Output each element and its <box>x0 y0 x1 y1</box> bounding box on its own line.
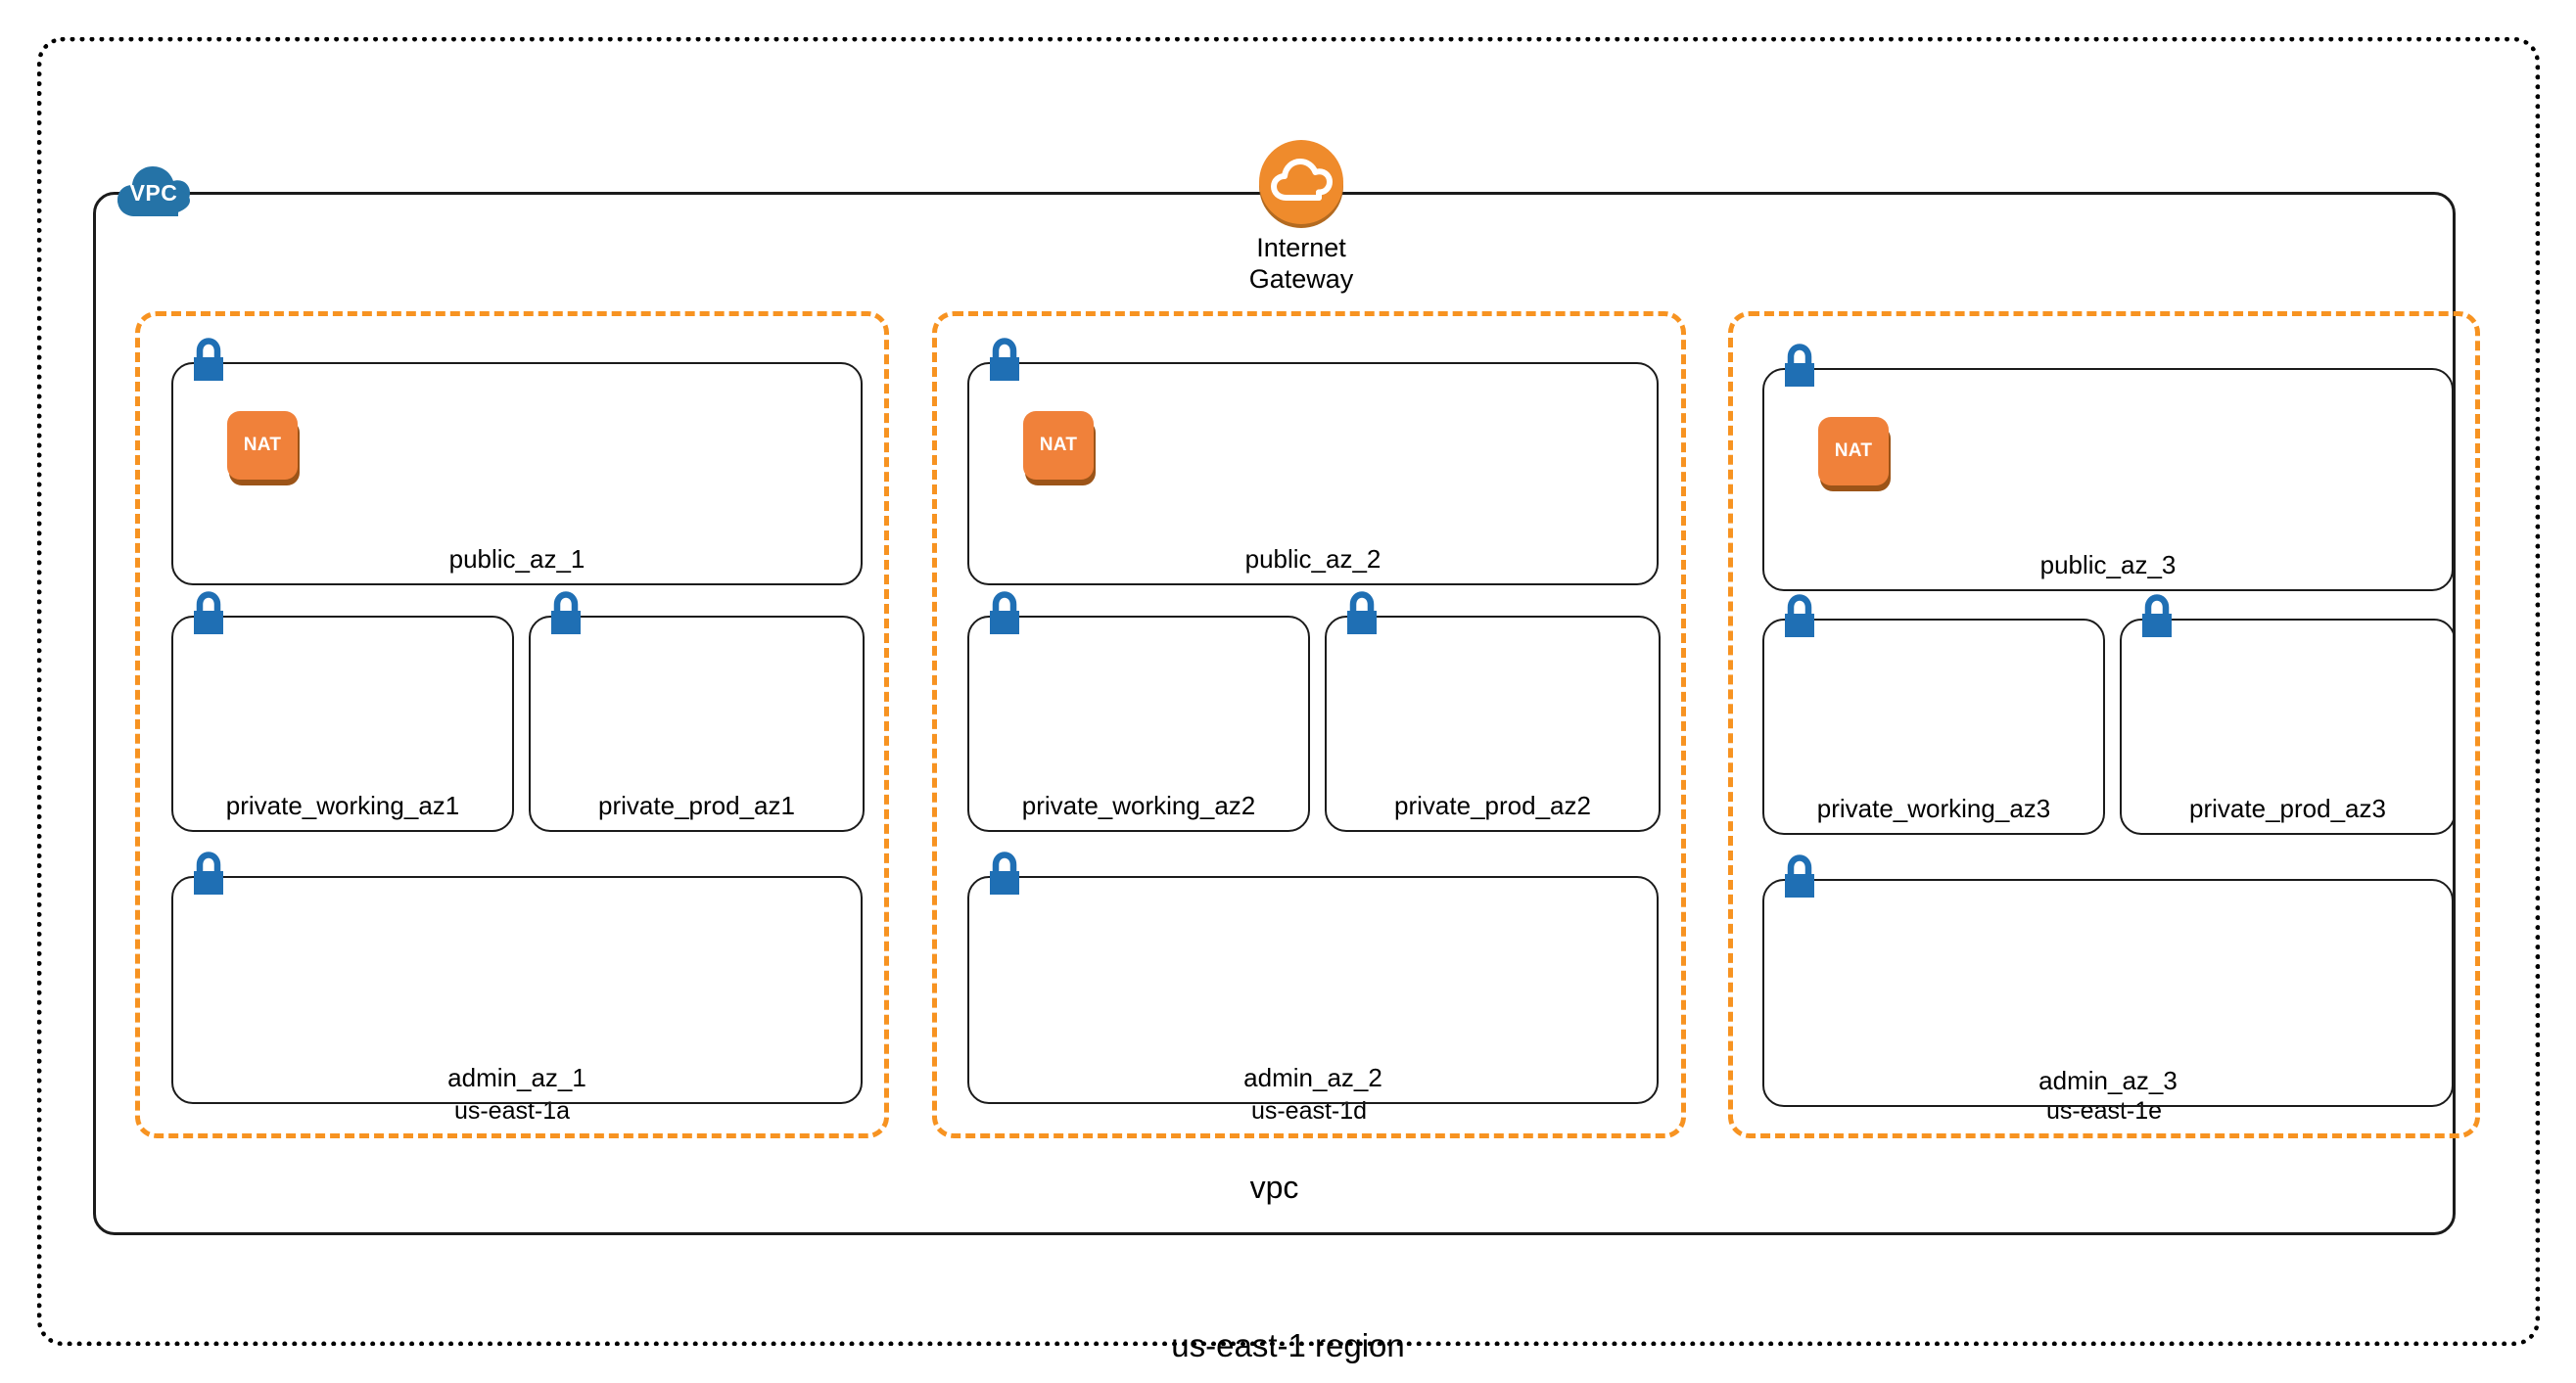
internet-gateway-cloud-icon <box>1259 140 1343 228</box>
lock-icon <box>546 591 585 637</box>
subnet-label-private-working-az3: private_working_az3 <box>1816 794 2051 823</box>
subnet-private-prod-az1: private_prod_az1 <box>529 591 865 832</box>
diagram-canvas: us-east-1 region vpc VPC Internet Gatewa… <box>0 0 2576 1383</box>
subnet-admin-az1: admin_az_1 <box>171 852 863 1104</box>
subnet-admin-az2: admin_az_2 <box>967 852 1659 1104</box>
subnet-private-working-az1: private_working_az1 <box>171 591 514 832</box>
internet-gateway-label: Internet Gateway <box>1187 233 1416 296</box>
nat-gateway-az1: NAT <box>227 411 302 485</box>
subnet-public-az1: public_az_1 NAT <box>171 338 863 585</box>
subnet-private-prod-az2: private_prod_az2 <box>1325 591 1661 832</box>
nat-label: NAT <box>227 411 298 480</box>
internet-gateway-node: Internet Gateway <box>1249 137 1353 294</box>
subnet-public-az2: public_az_2 NAT <box>967 338 1659 585</box>
lock-icon <box>2137 594 2177 640</box>
nat-label: NAT <box>1818 417 1889 485</box>
lock-icon <box>985 591 1024 637</box>
subnet-label-public-az2: public_az_2 <box>1244 544 1382 574</box>
subnet-private-working-az3: private_working_az3 <box>1762 594 2105 835</box>
internet-gateway-label-line1: Internet <box>1256 233 1346 262</box>
nat-label: NAT <box>1023 411 1094 480</box>
nat-gateway-az2: NAT <box>1023 411 1098 485</box>
subnet-admin-az3: admin_az_3 <box>1762 854 2454 1107</box>
lock-icon <box>985 852 1024 898</box>
subnet-label-public-az3: public_az_3 <box>2039 550 2177 579</box>
subnet-label-private-prod-az1: private_prod_az1 <box>598 791 795 820</box>
lock-icon <box>985 338 1024 384</box>
subnet-label-private-prod-az3: private_prod_az3 <box>2189 794 2386 823</box>
nat-gateway-az3: NAT <box>1818 417 1893 491</box>
subnet-label-private-working-az2: private_working_az2 <box>1021 791 1256 820</box>
subnet-label-admin-az3: admin_az_3 <box>2038 1066 2178 1095</box>
vpc-label: vpc <box>1249 1170 1299 1205</box>
lock-icon <box>189 338 228 384</box>
subnet-label-private-prod-az2: private_prod_az2 <box>1394 791 1591 820</box>
subnet-label-private-working-az1: private_working_az1 <box>225 791 460 820</box>
subnet-private-prod-az3: private_prod_az3 <box>2120 594 2456 835</box>
lock-icon <box>1780 344 1819 390</box>
lock-icon <box>189 852 228 898</box>
internet-gateway-label-line2: Gateway <box>1248 263 1354 294</box>
subnet-public-az3: public_az_3 NAT <box>1762 344 2454 591</box>
subnet-label-admin-az1: admin_az_1 <box>447 1063 586 1092</box>
vpc-cloud-icon: VPC <box>116 158 192 224</box>
subnet-label-public-az1: public_az_1 <box>448 544 585 574</box>
lock-icon <box>1780 854 1819 900</box>
subnet-label-admin-az2: admin_az_2 <box>1243 1063 1382 1092</box>
subnet-private-working-az2: private_working_az2 <box>967 591 1310 832</box>
lock-icon <box>1780 594 1819 640</box>
lock-icon <box>189 591 228 637</box>
lock-icon <box>1342 591 1382 637</box>
